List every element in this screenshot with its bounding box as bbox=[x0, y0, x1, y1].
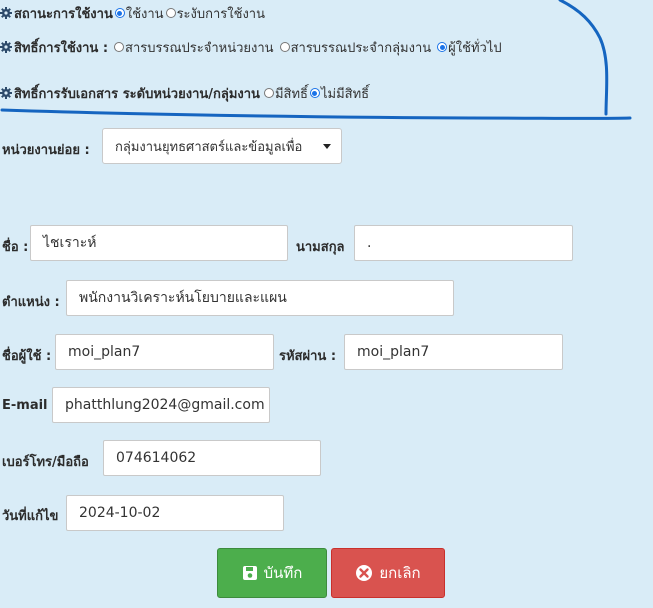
email-field[interactable]: phatthlung2024@gmail.com bbox=[52, 387, 270, 423]
username-value: moi_plan7 bbox=[68, 344, 141, 360]
edit-date-label: วันที่แก้ไข bbox=[2, 509, 59, 524]
phone-field[interactable]: 074614062 bbox=[103, 440, 321, 476]
password-label: รหัสผ่าน : bbox=[279, 349, 337, 364]
position-field[interactable]: พนักงานวิเคราะห์นโยบายและแผน bbox=[66, 280, 454, 316]
phone-value: 074614062 bbox=[116, 450, 197, 466]
position-label: ตำแหน่ง : bbox=[2, 295, 60, 310]
password-field[interactable]: moi_plan7 bbox=[344, 334, 563, 370]
chevron-down-icon bbox=[323, 144, 331, 149]
password-value: moi_plan7 bbox=[357, 344, 430, 360]
annotation-outline bbox=[0, 0, 632, 120]
email-value: phatthlung2024@gmail.com bbox=[65, 397, 265, 413]
first-name-label: ชื่อ : bbox=[2, 240, 29, 255]
floppy-disk-icon bbox=[242, 566, 257, 580]
first-name-value: ไชเราะห์ bbox=[43, 235, 97, 251]
position-value: พนักงานวิเคราะห์นโยบายและแผน bbox=[79, 290, 287, 306]
subunit-select[interactable]: กลุ่มงานยุทธศาสตร์และข้อมูลเพื่อ bbox=[102, 128, 342, 164]
cancel-button-label: ยกเลิก bbox=[379, 564, 421, 582]
last-name-value: . bbox=[367, 235, 372, 251]
email-label: E-mail bbox=[2, 398, 48, 413]
subunit-value: กลุ่มงานยุทธศาสตร์และข้อมูลเพื่อ bbox=[115, 139, 303, 155]
subunit-label: หน่วยงานย่อย : bbox=[2, 143, 90, 158]
save-button[interactable]: บันทึก bbox=[217, 548, 327, 598]
cancel-button[interactable]: ยกเลิก bbox=[331, 548, 445, 598]
save-button-label: บันทึก bbox=[263, 564, 303, 582]
phone-label: เบอร์โทร/มือถือ bbox=[2, 455, 89, 470]
close-circle-icon bbox=[356, 565, 373, 581]
edit-date-field[interactable]: 2024-10-02 bbox=[66, 495, 284, 531]
last-name-label: นามสกุล bbox=[296, 240, 345, 255]
edit-date-value: 2024-10-02 bbox=[79, 505, 161, 521]
username-field[interactable]: moi_plan7 bbox=[55, 334, 274, 370]
username-label: ชื่อผู้ใช้ : bbox=[2, 349, 52, 364]
first-name-field[interactable]: ไชเราะห์ bbox=[30, 225, 288, 261]
last-name-field[interactable]: . bbox=[354, 225, 573, 261]
